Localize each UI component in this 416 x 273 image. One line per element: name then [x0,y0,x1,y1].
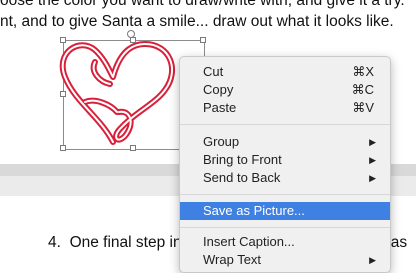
menu-item-cut[interactable]: Cut ⌘X [180,63,390,81]
shortcut-label: ⌘X [352,64,374,79]
menu-item-paste[interactable]: Paste ⌘V [180,99,390,117]
triangle-right-icon: ▶ [369,137,376,147]
document-text-line-2: nt, and to give Santa a smile... draw ou… [0,13,394,30]
document-text-line-1: oose the color you want to draw/write wi… [0,0,405,9]
menu-item-send-to-back[interactable]: Send to Back ▶ [180,169,390,187]
menu-item-label: Cut [203,64,224,79]
resize-handle-bottom-left[interactable] [60,145,66,151]
menu-separator [180,227,390,228]
menu-item-bring-to-front[interactable]: Bring to Front ▶ [180,151,390,169]
menu-item-label: Insert Caption... [203,234,295,249]
menu-item-wrap-text[interactable]: Wrap Text ▶ [180,251,390,269]
menu-item-label: Paste [203,100,237,115]
menu-item-label: Bring to Front [203,152,282,167]
menu-separator [180,194,390,195]
menu-item-label: Group [203,134,240,149]
resize-handle-top-center[interactable] [130,37,136,43]
resize-handle-middle-left[interactable] [60,91,66,97]
triangle-right-icon: ▶ [369,255,376,265]
menu-item-insert-caption[interactable]: Insert Caption... [180,233,390,251]
resize-handle-top-right[interactable] [200,37,206,43]
menu-item-label: Wrap Text [203,252,262,267]
resize-handle-bottom-center[interactable] [130,145,136,151]
shortcut-label: ⌘C [351,82,374,97]
menu-item-save-as-picture[interactable]: Save as Picture... [180,202,390,220]
heart-drawing[interactable] [55,32,195,152]
menu-item-label: Copy [203,82,234,97]
triangle-right-icon: ▶ [369,155,376,165]
step-text: One final step in [69,234,182,251]
menu-item-copy[interactable]: Copy ⌘C [180,81,390,99]
menu-item-label: Save as Picture... [203,203,305,218]
context-menu: Cut ⌘X Copy ⌘C Paste ⌘V Group ▶ Bring to… [179,56,391,273]
menu-item-group[interactable]: Group ▶ [180,133,390,151]
shortcut-label: ⌘V [352,100,374,115]
step-number: 4. [48,234,61,251]
menu-separator [180,124,390,125]
triangle-right-icon: ▶ [369,173,376,183]
menu-item-label: Send to Back [203,170,281,185]
resize-handle-top-left[interactable] [60,37,66,43]
step-4-line: 4. One final step in rt' as [48,234,407,252]
